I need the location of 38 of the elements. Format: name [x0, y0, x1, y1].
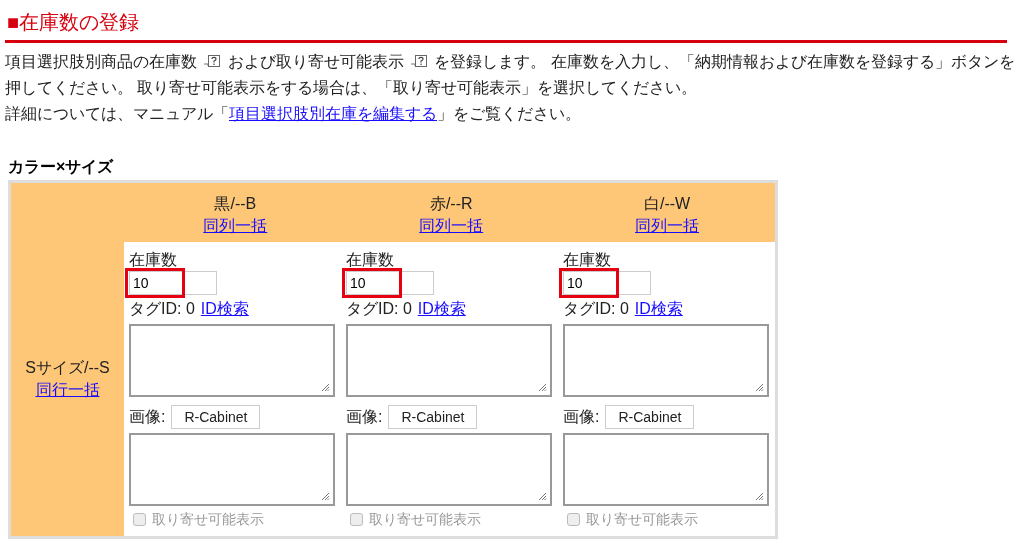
resize-handle-icon[interactable] — [538, 383, 547, 392]
column-bulk-link[interactable]: 同列一括 — [419, 215, 484, 237]
resize-handle-icon[interactable] — [538, 492, 547, 501]
resize-handle-icon[interactable] — [321, 383, 330, 392]
image-label: 画像: — [346, 407, 383, 427]
page-heading: ■在庫数の登録 — [6, 10, 141, 35]
backorder-label: 取り寄せ可能表示 — [369, 510, 481, 529]
image-textarea[interactable] — [129, 433, 335, 506]
column-header: 赤/--R — [429, 194, 473, 214]
resize-handle-icon[interactable] — [321, 492, 330, 501]
image-label: 画像: — [563, 407, 600, 427]
tag-id-label: タグID: 0 — [346, 299, 412, 319]
resize-handle-icon[interactable] — [755, 492, 764, 501]
matrix-title: カラー×サイズ — [8, 157, 115, 177]
backorder-label: 取り寄せ可能表示 — [586, 510, 698, 529]
column-header: 黒/--B — [214, 194, 257, 214]
row-bulk-link[interactable]: 同行一括 — [35, 379, 100, 401]
row-header: Sサイズ/--S — [25, 358, 110, 378]
image-textarea[interactable] — [563, 433, 769, 506]
column-bulk-link[interactable]: 同列一括 — [635, 215, 700, 237]
column-header: 白/--W — [643, 194, 691, 214]
tag-id-label: タグID: 0 — [129, 299, 195, 319]
resize-handle-icon[interactable] — [755, 383, 764, 392]
tag-textarea[interactable] — [129, 324, 335, 397]
help-icon[interactable] — [203, 54, 222, 68]
manual-link[interactable]: 項目選択肢別在庫を編集する — [229, 105, 437, 122]
stock-label: 在庫数 — [129, 250, 178, 270]
stock-label: 在庫数 — [346, 250, 395, 270]
backorder-label: 取り寄せ可能表示 — [152, 510, 264, 529]
stock-label: 在庫数 — [563, 250, 612, 270]
column-bulk-link[interactable]: 同列一括 — [203, 215, 268, 237]
tag-id-label: タグID: 0 — [563, 299, 629, 319]
image-textarea[interactable] — [346, 433, 552, 506]
help-icon[interactable] — [409, 54, 428, 68]
tag-textarea[interactable] — [563, 324, 769, 397]
intro-paragraph: 項目選択肢別商品の在庫数 および取り寄せ可能表示 を登録します。 在庫数を入力し、「納期情報および在庫数を登録する」ボタンを押してください。 取り寄せ可能表示をする場合は、「取り寄せ可能表示」を選択してください。 詳細については、マニュアル「項目選択肢別在庫を編集する」をご覧ください。 — [5, 52, 1015, 124]
image-label: 画像: — [129, 407, 166, 427]
tag-textarea[interactable] — [346, 324, 552, 397]
